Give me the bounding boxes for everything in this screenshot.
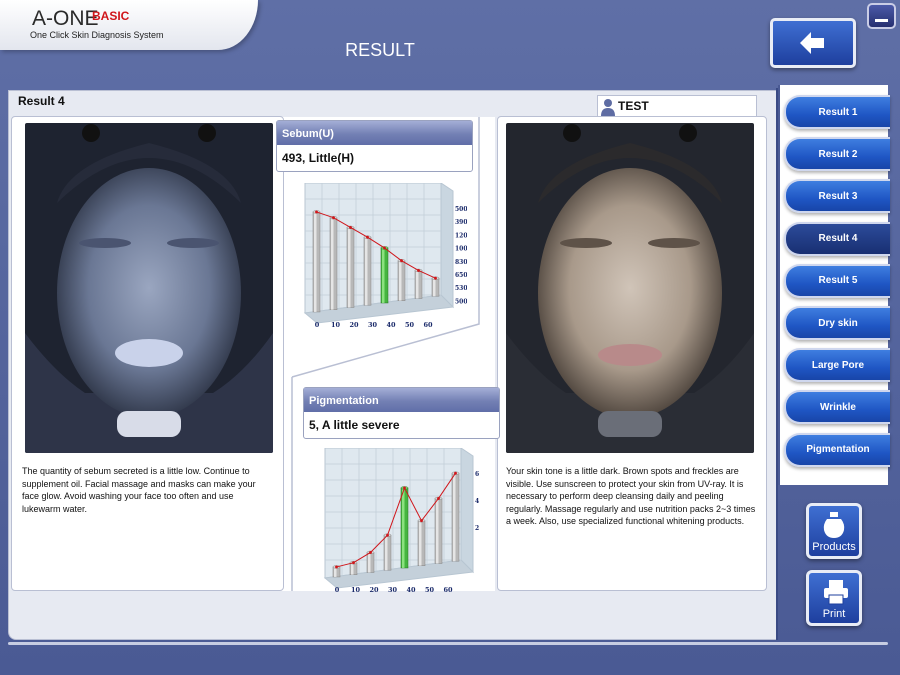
sidebar-item-result-2[interactable]: Result 2 — [784, 137, 890, 172]
sebum-card: The quantity of sebum secreted is a litt… — [11, 116, 284, 591]
sebum-label: Sebum(U) — [277, 121, 472, 145]
arrow-left-icon — [800, 32, 824, 54]
pigmentation-chart-x-tick: 50 — [425, 586, 435, 594]
sebum-chart-y-tick: 1200 — [455, 232, 467, 239]
app-subtitle: One Click Skin Diagnosis System — [30, 30, 164, 40]
sebum-chart-y-tick: 3900 — [455, 219, 467, 226]
sebum-chart-bar — [329, 216, 338, 310]
products-label: Products — [812, 541, 856, 553]
minimize-button[interactable] — [867, 3, 896, 29]
sebum-chart-y-tick: 530 — [455, 285, 467, 292]
sidebar-item-wrinkle[interactable]: Wrinkle — [784, 390, 890, 425]
sebum-chart-y-tick: 1000 — [455, 246, 467, 253]
user-box: TEST — [597, 95, 757, 117]
sidebar-item-dry-skin[interactable]: Dry skin — [784, 306, 890, 340]
sebum-chart-x-tick: 50 — [405, 321, 415, 329]
sebum-chart-x-tick: 60 — [423, 321, 433, 329]
app-edition: BASIC — [92, 9, 130, 23]
pigmentation-label: Pigmentation — [304, 388, 499, 412]
result-sidebar: Result 1 Result 2 Result 3 Result 4 Result 5… — [778, 85, 890, 485]
bottle-icon — [823, 512, 845, 538]
sebum-chart-y-tick: 5000 — [455, 206, 467, 213]
page-title: RESULT — [345, 40, 415, 60]
sidebar-item-pigmentation[interactable]: Pigmentation — [784, 432, 890, 467]
app-logo: A-ONE — [32, 7, 99, 30]
panel-title: Result 4 — [18, 94, 65, 108]
pigmentation-chart-side-wall — [460, 448, 474, 574]
pigmentation-chart-x-tick: 40 — [406, 586, 416, 594]
sebum-chart-x-tick: 0 — [315, 321, 320, 329]
sebum-description: The quantity of sebum secreted is a litt… — [22, 466, 256, 514]
print-label: Print — [822, 608, 846, 620]
sebum-chart-bar — [380, 246, 389, 304]
pigmentation-chart-bar — [451, 471, 460, 562]
bottom-strip — [8, 642, 888, 645]
pigmentation-chart-x-tick: 0 — [335, 586, 340, 594]
pigmentation-description: Your skin tone is a little dark. Brown s… — [506, 466, 756, 526]
user-name: TEST — [618, 99, 649, 113]
result-panel: Result 4 TEST The quantity of sebum secr… — [8, 90, 778, 640]
sebum-value: 493, Little(H) — [282, 151, 355, 165]
print-button[interactable]: Print — [806, 570, 862, 626]
pigmentation-chart-bar — [383, 533, 392, 571]
pigmentation-chart-bar — [400, 486, 409, 569]
sebum-chart-y-tick: 500 — [455, 298, 467, 305]
sebum-chart-bar — [346, 225, 355, 308]
sebum-chart-x-tick: 20 — [349, 321, 359, 329]
sebum-chart-y-tick: 650 — [455, 272, 467, 279]
sebum-chart-bar — [397, 259, 406, 301]
sidebar-item-result-4[interactable]: Result 4 — [784, 221, 890, 256]
sebum-chart-bar — [414, 268, 423, 299]
pigmentation-chart-bar — [417, 519, 426, 566]
pigmentation-chart-y-tick: 2 — [475, 525, 479, 532]
user-icon — [601, 99, 615, 116]
sebum-face-image — [25, 123, 273, 453]
sebum-chart-bar — [431, 276, 440, 297]
pigmentation-chart-x-tick: 60 — [443, 586, 453, 594]
sebum-metric: Sebum(U) 493, Little(H) — [276, 120, 473, 172]
pigmentation-chart-x-tick: 30 — [388, 586, 398, 594]
pigmentation-chart-x-tick: 10 — [351, 586, 361, 594]
pigmentation-chart-x-tick: 20 — [369, 586, 379, 594]
sebum-chart-x-tick: 30 — [368, 321, 378, 329]
pigmentation-chart-bar — [434, 496, 443, 564]
sebum-chart: 0 10 20 30 40 50 60 5000 3900 1200 1000 830 650 530 50… — [303, 183, 467, 329]
sebum-chart-side-wall — [440, 183, 454, 309]
sidebar-item-result-5[interactable]: Result 5 — [784, 263, 890, 298]
products-button[interactable]: Products — [806, 503, 862, 559]
printer-icon — [824, 580, 848, 605]
pigmentation-chart-y-tick: 4 — [475, 498, 479, 505]
sidebar-item-result-1[interactable]: Result 1 — [784, 95, 890, 129]
pigmentation-face-image — [506, 123, 754, 453]
sebum-chart-x-tick: 40 — [386, 321, 396, 329]
pigmentation-card: Your skin tone is a little dark. Brown s… — [497, 116, 767, 591]
pigmentation-metric: Pigmentation 5, A little severe — [303, 387, 500, 439]
brand-header: A-ONE BASIC One Click Skin Diagnosis Sys… — [0, 0, 258, 50]
pigmentation-chart: 0 10 20 30 40 50 60 6 4 2 — [323, 448, 479, 594]
sidebar-item-large-pore[interactable]: Large Pore — [784, 348, 890, 383]
pigmentation-chart-y-tick: 6 — [475, 471, 479, 478]
pigmentation-value: 5, A little severe — [309, 418, 400, 432]
sebum-chart-x-tick: 10 — [331, 321, 341, 329]
back-button[interactable] — [770, 18, 856, 68]
sebum-chart-bar — [312, 210, 321, 313]
sebum-chart-y-tick: 830 — [455, 259, 467, 266]
sebum-chart-bar — [363, 235, 372, 306]
sidebar-item-result-3[interactable]: Result 3 — [784, 179, 890, 214]
